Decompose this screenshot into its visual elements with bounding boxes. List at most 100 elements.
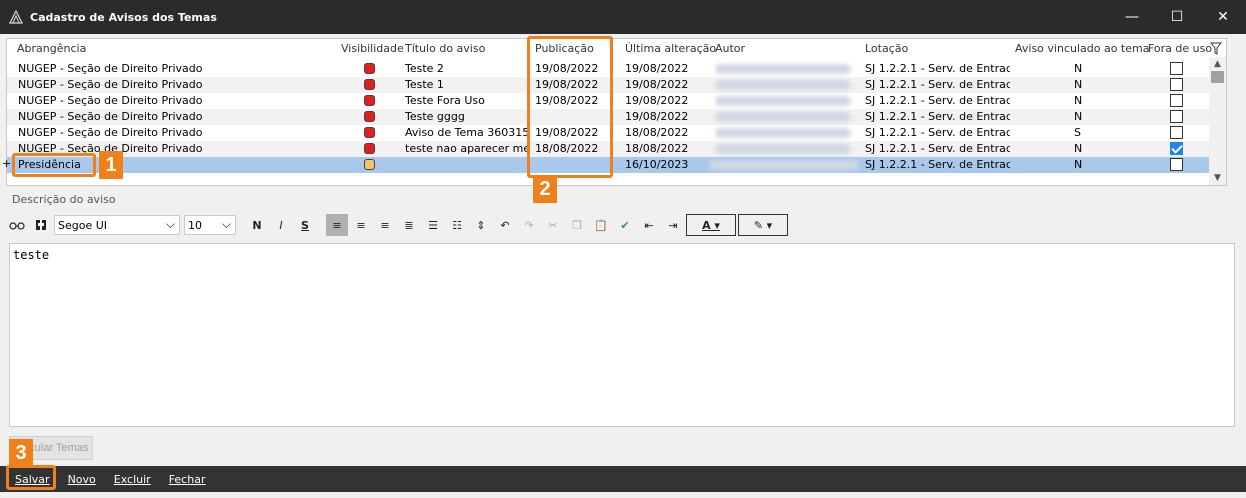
cell-titulo: Teste Fora Uso [405,94,485,107]
close-button[interactable]: ✕ [1200,0,1246,34]
cell-ultima-alteracao: 18/08/2022 [625,142,689,155]
cell-ultima-alteracao: 16/10/2023 [625,158,689,171]
cell-autor-blurred [715,128,851,138]
filter-icon[interactable] [1209,42,1223,56]
find-icon[interactable] [6,214,28,236]
font-family-select[interactable]: Segoe UI ⌵ [54,215,180,235]
cell-abrangencia: NUGEP - Seção de Direito Privado [18,126,203,139]
scroll-down-icon[interactable]: ▼ [1209,171,1226,185]
cut-icon[interactable]: ✂ [542,214,564,236]
callout-3-badge: 3 [9,439,33,467]
cell-lotacao: SJ 1.2.2.1 - Serv. de Entrada e [865,142,1010,155]
app-icon [8,9,24,25]
fora-de-uso-checkbox[interactable] [1170,62,1183,75]
spellcheck-icon[interactable]: ✔ [614,214,636,236]
cell-autor-blurred [715,64,851,74]
cell-abrangencia: NUGEP - Seção de Direito Privado [18,78,203,91]
callout-2-box [527,36,613,178]
font-color-button[interactable]: A ▾ [686,214,736,236]
header-titulo[interactable]: Título do aviso [405,42,485,55]
numbered-list-icon[interactable]: ☷ [446,214,468,236]
callout-2-badge: 2 [533,175,557,203]
fora-de-uso-checkbox[interactable] [1170,126,1183,139]
cell-lotacao: SJ 1.2.2.1 - Serv. de Entrada e [865,62,1010,75]
align-justify-icon[interactable]: ≣ [398,214,420,236]
cell-titulo: Teste 1 [405,78,444,91]
cell-ultima-alteracao: 19/08/2022 [625,110,689,123]
align-left-icon[interactable]: ≡ [326,214,348,236]
chevron-down-icon: ⌵ [221,217,231,231]
cell-ultima-alteracao: 19/08/2022 [625,62,689,75]
header-abrangencia[interactable]: Abrangência [17,42,86,55]
cell-vinculado: N [1074,94,1083,107]
cell-vinculado: N [1074,62,1083,75]
cell-ultima-alteracao: 18/08/2022 [625,126,689,139]
fechar-button[interactable]: Fechar [169,473,206,486]
bold-button[interactable]: N [246,214,268,236]
highlight-color-button[interactable]: ✎ ▾ [738,214,788,236]
fora-de-uso-checkbox[interactable] [1170,78,1183,91]
font-size-select[interactable]: 10 ⌵ [184,215,236,235]
editor-toolbar: Segoe UI ⌵ 10 ⌵ N I S ≡ ≡ ≡ ≣ ☰ ☷ ⇕ ↶ ↷ … [6,210,1238,240]
indent-icon[interactable]: ⇥ [662,214,684,236]
cell-autor-blurred [709,160,859,170]
window-title: Cadastro de Avisos dos Temas [30,10,217,24]
copy-icon[interactable]: ❐ [566,214,588,236]
cell-lotacao: SJ 1.2.2.1 - Serv. de Entrada e [865,78,1010,91]
header-fora-de-uso[interactable]: Fora de uso [1148,42,1212,55]
cell-abrangencia: NUGEP - Seção de Direito Privado [18,94,203,107]
header-autor[interactable]: Autor [715,42,745,55]
line-spacing-icon[interactable]: ⇕ [470,214,492,236]
undo-icon[interactable]: ↶ [494,214,516,236]
description-editor[interactable]: teste [9,243,1235,427]
header-aviso-vinculado[interactable]: Aviso vinculado ao tema [1015,42,1149,55]
chevron-down-icon: ⌵ [165,217,175,231]
minimize-button[interactable]: — [1109,0,1155,34]
scroll-thumb[interactable] [1211,71,1224,83]
excluir-button[interactable]: Excluir [114,473,151,486]
cell-ultima-alteracao: 19/08/2022 [625,94,689,107]
header-visibilidade[interactable]: Visibilidade [341,42,404,55]
bullet-list-icon[interactable]: ☰ [422,214,444,236]
visibility-red-icon [364,95,375,106]
fora-de-uso-checkbox[interactable] [1170,158,1183,171]
title-bar: Cadastro de Avisos dos Temas — ☐ ✕ [0,0,1246,34]
cell-abrangencia: NUGEP - Seção de Direito Privado [18,110,203,123]
callout-1-badge: 1 [99,151,123,179]
cell-autor-blurred [715,96,851,106]
novo-button[interactable]: Novo [68,473,96,486]
callout-1-box [12,153,96,177]
fora-de-uso-checkbox[interactable] [1170,94,1183,107]
avisos-grid: Abrangência Visibilidade Título do aviso… [2,38,1227,186]
redo-icon[interactable]: ↷ [518,214,540,236]
cell-autor-blurred [715,144,851,154]
header-lotacao[interactable]: Lotação [865,42,908,55]
paste-icon[interactable]: 📋 [590,214,612,236]
fora-de-uso-checkbox[interactable] [1170,142,1183,155]
cell-vinculado: N [1074,78,1083,91]
bottom-action-bar: Salvar Novo Excluir Fechar [0,466,1246,492]
cell-lotacao: SJ 1.2.2.1 - Serv. de Entrada e [865,110,1010,123]
grid-scrollbar[interactable]: ▲ ▼ [1209,57,1226,185]
cell-vinculado: N [1074,142,1083,155]
strike-button[interactable]: S [294,214,316,236]
maximize-button[interactable]: ☐ [1154,0,1200,34]
scroll-up-icon[interactable]: ▲ [1209,57,1226,71]
callout-3-box [6,465,56,490]
cell-lotacao: SJ 1.2.2.1 - Serv. de Entrada e [865,158,1010,171]
cell-lotacao: SJ 1.2.2.1 - Serv. de Entrada e [865,94,1010,107]
cell-autor-blurred [715,80,851,90]
align-right-icon[interactable]: ≡ [374,214,396,236]
replace-icon[interactable] [30,214,52,236]
cell-titulo: teste nao aparecer mens [405,142,531,155]
visibility-red-icon [364,63,375,74]
cell-vinculado: S [1074,126,1081,139]
fora-de-uso-checkbox[interactable] [1170,110,1183,123]
cell-ultima-alteracao: 19/08/2022 [625,78,689,91]
outdent-icon[interactable]: ⇤ [638,214,660,236]
description-label: Descrição do aviso [12,193,116,206]
header-ultima-alteracao[interactable]: Última alteração [625,42,716,55]
italic-button[interactable]: I [270,214,292,236]
align-center-icon[interactable]: ≡ [350,214,372,236]
cell-autor-blurred [715,112,851,122]
